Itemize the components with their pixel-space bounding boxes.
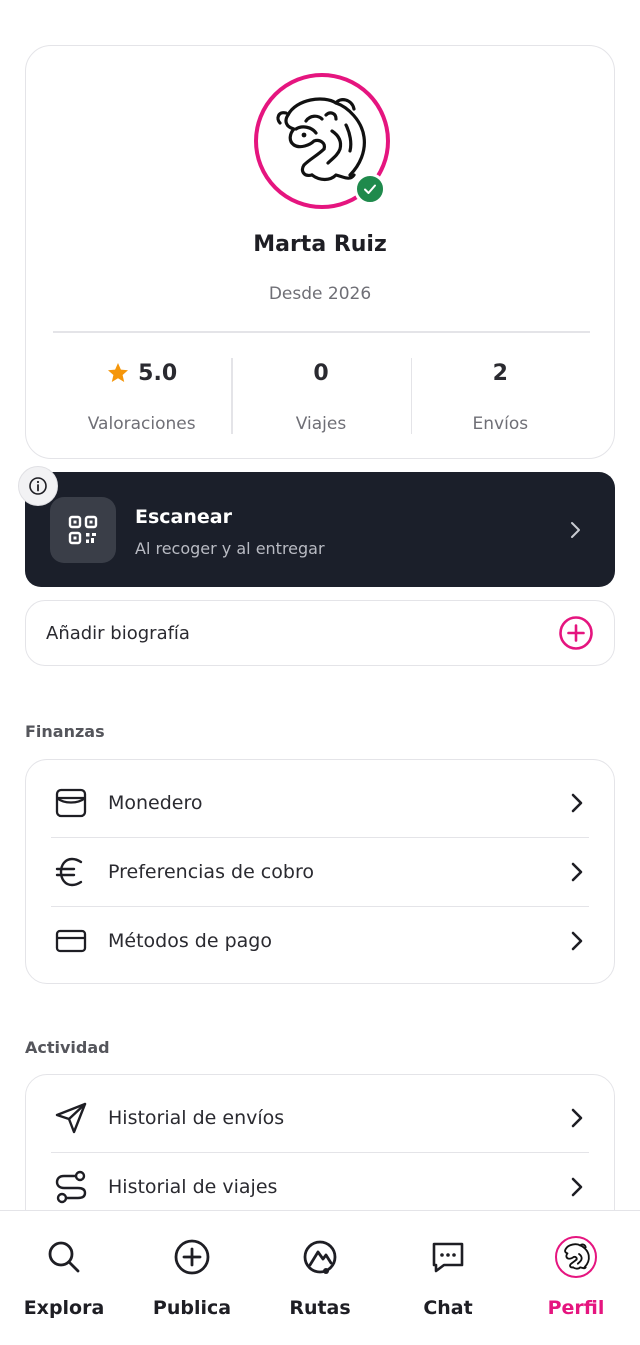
profile-page: Marta Ruiz Desde 2026 5.0 Valoraciones 0… — [0, 0, 640, 1210]
nav-item-explora[interactable]: Explora — [0, 1211, 128, 1345]
plus-circle-icon — [170, 1235, 214, 1279]
nav-label: Perfil — [547, 1297, 605, 1319]
shipments-value: 2 — [492, 360, 508, 386]
qr-code-icon — [68, 515, 98, 545]
credit-card-icon — [51, 921, 91, 961]
stat-label: Envíos — [472, 414, 529, 434]
nav-label: Chat — [423, 1297, 473, 1319]
menu-label: Preferencias de cobro — [108, 861, 314, 883]
section-title-actividad: Actividad — [25, 1038, 110, 1057]
add-bio-button[interactable]: Añadir biografía — [25, 600, 615, 666]
stat-label: Viajes — [295, 414, 347, 434]
finanzas-card: Monedero Preferencias de cobro Métodos d… — [25, 759, 615, 984]
nav-label: Explora — [23, 1297, 105, 1319]
trips-value: 0 — [313, 360, 329, 386]
send-icon — [51, 1098, 91, 1138]
menu-item-metodos-pago[interactable]: Métodos de pago — [51, 906, 589, 975]
info-button[interactable] — [18, 466, 58, 506]
chevron-right-icon — [565, 1106, 589, 1130]
member-since: Desde 2026 — [268, 284, 372, 304]
user-name: Marta Ruiz — [253, 232, 387, 257]
route-icon — [51, 1167, 91, 1207]
nav-label: Publica — [152, 1297, 232, 1319]
menu-item-historial-envios[interactable]: Historial de envíos — [51, 1083, 589, 1152]
chevron-right-icon — [565, 791, 589, 815]
stat-ratings[interactable]: 5.0 Valoraciones — [52, 358, 231, 435]
nav-label: Rutas — [289, 1297, 351, 1319]
chevron-right-icon — [565, 860, 589, 884]
stat-trips[interactable]: 0 Viajes — [231, 358, 410, 434]
star-icon — [108, 363, 129, 382]
actividad-card: Historial de envíos Historial de viajes — [25, 1074, 615, 1210]
menu-label: Monedero — [108, 791, 203, 814]
verified-badge — [354, 173, 386, 205]
profile-card: Marta Ruiz Desde 2026 5.0 Valoraciones 0… — [25, 45, 615, 459]
section-title-finanzas: Finanzas — [25, 722, 105, 741]
stat-shipments[interactable]: 2 Envíos — [410, 358, 590, 434]
nav-item-publica[interactable]: Publica — [128, 1211, 256, 1345]
stat-label: Valoraciones — [87, 414, 196, 434]
chevron-right-icon — [565, 518, 585, 546]
scan-banner[interactable]: Escanear Al recoger y al entregar — [25, 472, 615, 587]
nav-item-chat[interactable]: Chat — [384, 1211, 512, 1345]
scan-subtitle: Al recoger y al entregar — [135, 539, 325, 558]
avatar — [555, 1236, 597, 1278]
wallet-icon — [51, 783, 91, 823]
menu-label: Historial de envíos — [108, 1106, 285, 1129]
chat-icon — [426, 1235, 470, 1279]
menu-item-monedero[interactable]: Monedero — [51, 768, 589, 837]
rating-value: 5.0 — [138, 360, 178, 386]
bottom-nav: Explora Publica Rutas Chat Perfil — [0, 1210, 640, 1345]
chevron-right-icon — [565, 929, 589, 953]
route-pin-icon — [298, 1235, 342, 1279]
menu-label: Métodos de pago — [108, 930, 272, 952]
nav-item-perfil[interactable]: Perfil — [512, 1211, 640, 1345]
info-icon — [29, 477, 47, 495]
menu-label: Historial de viajes — [108, 1176, 278, 1198]
plus-circle-icon — [559, 616, 593, 650]
stats-row: 5.0 Valoraciones 0 Viajes 2 Envíos — [52, 358, 590, 434]
euro-icon — [51, 852, 91, 892]
chevron-right-icon — [565, 1175, 589, 1199]
scan-title: Escanear — [135, 506, 232, 528]
search-icon — [42, 1235, 86, 1279]
divider — [53, 331, 590, 333]
nav-item-rutas[interactable]: Rutas — [256, 1211, 384, 1345]
menu-item-historial-viajes[interactable]: Historial de viajes — [51, 1152, 589, 1210]
menu-item-preferencias-cobro[interactable]: Preferencias de cobro — [51, 837, 589, 906]
qr-tile — [50, 497, 116, 563]
lion-cub-drawing — [564, 1243, 590, 1270]
check-icon — [364, 184, 376, 194]
bio-label: Añadir biografía — [46, 622, 190, 644]
